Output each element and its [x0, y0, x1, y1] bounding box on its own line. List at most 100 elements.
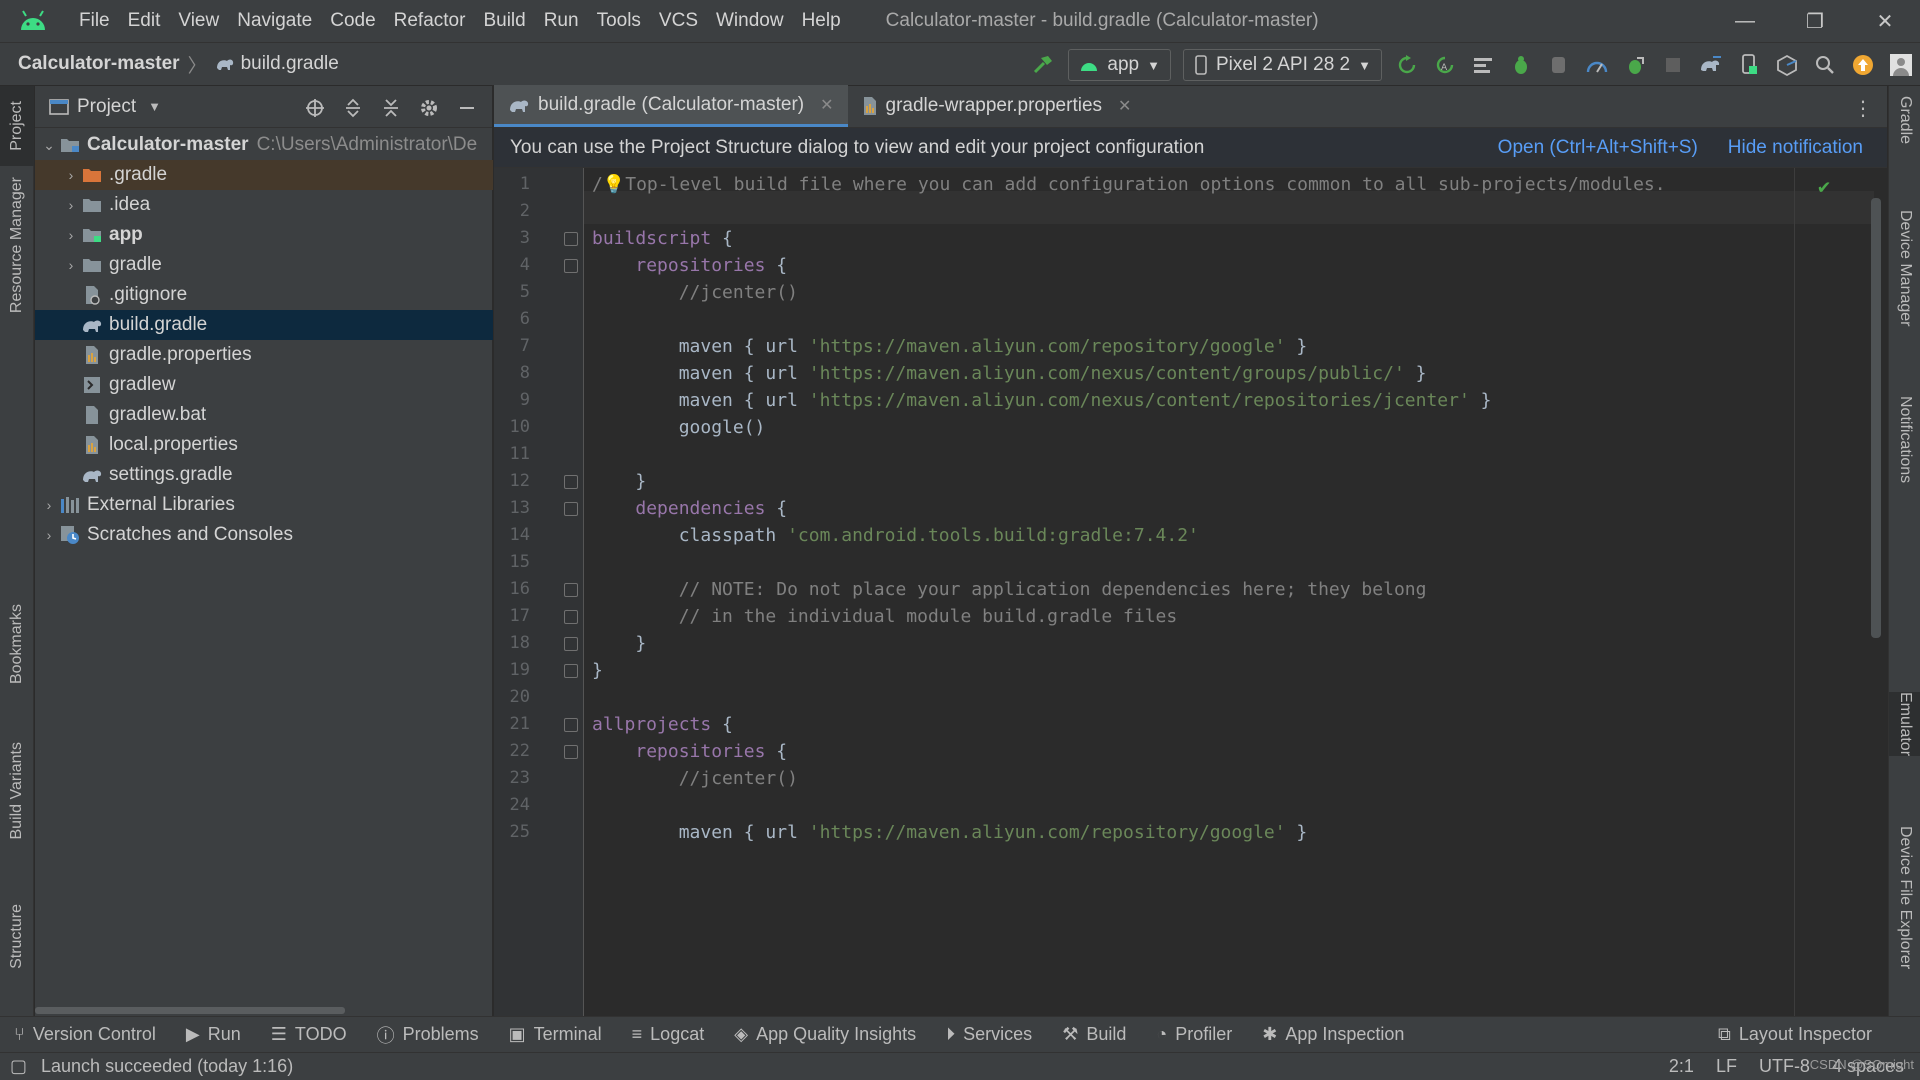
close-button[interactable]: ✕: [1850, 0, 1920, 42]
fold-marker-icon[interactable]: [564, 610, 578, 624]
more-tabs-kebab-icon[interactable]: ⋮: [1853, 96, 1873, 121]
tree-item[interactable]: local.properties: [35, 430, 493, 460]
fold-marker-icon[interactable]: [564, 664, 578, 678]
tool-tab-build-variants[interactable]: Build Variants: [0, 726, 34, 856]
apply-changes-restart-icon[interactable]: [1388, 49, 1426, 81]
gear-icon[interactable]: [410, 92, 448, 124]
line-separator[interactable]: LF: [1716, 1056, 1737, 1077]
attach-debugger-bug-icon[interactable]: [1616, 49, 1654, 81]
tool-tab-gradle[interactable]: Gradle: [1889, 96, 1920, 144]
menu-code[interactable]: Code: [321, 0, 384, 42]
breadcrumb-file[interactable]: build.gradle: [241, 53, 339, 75]
tool-app-quality-insights[interactable]: ◈ App Quality Insights: [734, 1024, 916, 1045]
tool-logcat[interactable]: ≡ Logcat: [632, 1024, 705, 1045]
menu-vcs[interactable]: VCS: [650, 0, 707, 42]
close-tab-icon[interactable]: ✕: [1118, 96, 1131, 116]
device-manager-icon[interactable]: [1730, 49, 1768, 81]
tool-run[interactable]: ▶ Run: [186, 1024, 241, 1045]
chevron-right-icon[interactable]: ›: [39, 527, 59, 543]
tree-item[interactable]: gradlew: [35, 370, 493, 400]
tree-external-libraries[interactable]: › External Libraries: [35, 490, 493, 520]
tree-item[interactable]: › gradle: [35, 250, 493, 280]
menu-navigate[interactable]: Navigate: [228, 0, 321, 42]
fold-marker-icon[interactable]: [564, 259, 578, 273]
tool-tab-structure[interactable]: Structure: [0, 886, 34, 986]
tool-tab-notifications[interactable]: Notifications: [1889, 396, 1920, 483]
tool-tab-bookmarks[interactable]: Bookmarks: [0, 594, 34, 694]
tree-scratches[interactable]: › Scratches and Consoles: [35, 520, 493, 550]
hide-notification-link[interactable]: Hide notification: [1728, 137, 1863, 159]
run-config-select[interactable]: app ▼: [1068, 49, 1171, 81]
caret-position[interactable]: 2:1: [1669, 1056, 1694, 1077]
breadcrumb-project[interactable]: Calculator-master: [18, 53, 180, 75]
menu-window[interactable]: Window: [707, 0, 793, 42]
fold-marker-icon[interactable]: [564, 637, 578, 651]
update-icon[interactable]: [1844, 49, 1882, 81]
minimize-button[interactable]: —: [1710, 0, 1780, 42]
fold-marker-icon[interactable]: [564, 718, 578, 732]
tool-build[interactable]: ⚒ Build: [1062, 1024, 1126, 1045]
tool-problems[interactable]: ⓘ Problems: [377, 1022, 479, 1048]
tree-item[interactable]: settings.gradle: [35, 460, 493, 490]
open-project-structure-link[interactable]: Open (Ctrl+Alt+Shift+S): [1498, 137, 1698, 159]
project-panel-title[interactable]: Project: [77, 96, 136, 118]
sync-gradle-icon[interactable]: [1692, 49, 1730, 81]
horizontal-scrollbar[interactable]: [35, 1004, 493, 1016]
fold-marker-icon[interactable]: [564, 475, 578, 489]
tool-todo[interactable]: ☰ TODO: [271, 1024, 347, 1045]
restore-button[interactable]: ❐: [1780, 0, 1850, 42]
stop-icon[interactable]: [1654, 49, 1692, 81]
tree-item[interactable]: › .gradle: [35, 160, 493, 190]
vertical-scrollbar[interactable]: [1871, 198, 1881, 638]
apply-code-changes-icon[interactable]: A: [1426, 49, 1464, 81]
chevron-right-icon[interactable]: ›: [61, 167, 81, 183]
menu-refactor[interactable]: Refactor: [385, 0, 475, 42]
tool-version-control[interactable]: ⑂ Version Control: [14, 1024, 156, 1045]
tool-tab-resource-manager[interactable]: Resource Manager: [0, 170, 34, 320]
code-editor[interactable]: 1 2 3 4 5 6 7 8 9 10 11 12 13 14 15 16 17 18 19 20 21 22 23 24 2…: [494, 168, 1887, 1016]
tool-app-inspection[interactable]: ✱ App Inspection: [1262, 1024, 1404, 1045]
tree-item[interactable]: .gitignore: [35, 280, 493, 310]
tool-layout-inspector[interactable]: ⧉ Layout Inspector: [1718, 1024, 1872, 1045]
collapse-all-icon[interactable]: [372, 92, 410, 124]
status-message[interactable]: Launch succeeded (today 1:16): [41, 1056, 293, 1077]
expand-all-icon[interactable]: [334, 92, 372, 124]
tool-services[interactable]: ⏵ Services: [946, 1024, 1032, 1045]
menu-run[interactable]: Run: [535, 0, 588, 42]
chevron-right-icon[interactable]: ›: [61, 227, 81, 243]
tree-item[interactable]: gradle.properties: [35, 340, 493, 370]
sdk-manager-icon[interactable]: [1768, 49, 1806, 81]
tool-tab-emulator[interactable]: Emulator: [1889, 692, 1920, 757]
fold-marker-icon[interactable]: [564, 502, 578, 516]
search-icon[interactable]: [1806, 49, 1844, 81]
tree-root[interactable]: ⌄ Calculator-master C:\Users\Administrat…: [35, 130, 493, 160]
coverage-icon[interactable]: [1464, 49, 1502, 81]
tree-item[interactable]: gradlew.bat: [35, 400, 493, 430]
tool-tab-device-manager[interactable]: Device Manager: [1889, 210, 1920, 327]
tab-gradle-wrapper-properties[interactable]: gradle-wrapper.properties ✕: [848, 85, 1146, 127]
tool-terminal[interactable]: ▣ Terminal: [509, 1024, 602, 1045]
toggle-tool-window-icon[interactable]: ▢: [10, 1056, 27, 1077]
chevron-right-icon[interactable]: ›: [39, 497, 59, 513]
fold-marker-icon[interactable]: [564, 583, 578, 597]
chevron-right-icon[interactable]: ›: [61, 197, 81, 213]
menu-help[interactable]: Help: [793, 0, 850, 42]
locate-file-crosshair-icon[interactable]: [296, 92, 334, 124]
make-project-hammer-icon[interactable]: [1024, 49, 1062, 81]
chevron-down-icon[interactable]: ▼: [148, 99, 161, 114]
hide-panel-icon[interactable]: [448, 92, 486, 124]
tree-item-selected[interactable]: build.gradle: [35, 310, 493, 340]
menu-tools[interactable]: Tools: [588, 0, 650, 42]
tool-tab-project[interactable]: Project: [0, 86, 34, 166]
menu-edit[interactable]: Edit: [119, 0, 170, 42]
fold-marker-icon[interactable]: [564, 745, 578, 759]
fold-marker-icon[interactable]: [564, 232, 578, 246]
menu-build[interactable]: Build: [474, 0, 534, 42]
tool-profiler[interactable]: ◔ Profiler: [1156, 1024, 1232, 1045]
chevron-right-icon[interactable]: ›: [61, 257, 81, 273]
profile-gauge-icon[interactable]: [1578, 49, 1616, 81]
account-avatar-icon[interactable]: [1882, 49, 1920, 81]
scrollbar-thumb[interactable]: [35, 1007, 345, 1014]
chevron-down-icon[interactable]: ⌄: [39, 137, 59, 154]
close-tab-icon[interactable]: ✕: [820, 95, 833, 115]
